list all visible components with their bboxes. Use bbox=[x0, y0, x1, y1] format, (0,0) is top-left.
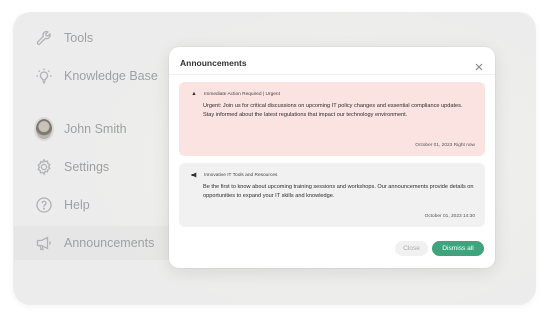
sidebar: Tools Knowledge Base John Smith Settings… bbox=[14, 13, 174, 304]
announcements-dialog: Announcements ▲ Immediate Action Require… bbox=[169, 47, 495, 268]
help-circle-icon bbox=[34, 195, 54, 215]
announcement-timestamp: October 01, 2023 14:30 bbox=[424, 214, 475, 219]
lightbulb-icon bbox=[34, 66, 54, 86]
sidebar-item-knowledge-base[interactable]: Knowledge Base bbox=[34, 65, 158, 87]
announcement-body: Be the first to know about upcoming trai… bbox=[203, 184, 474, 199]
announcement-header-text: Innovative IT Tools and Resources bbox=[204, 172, 278, 178]
sidebar-item-help[interactable]: Help bbox=[34, 194, 90, 216]
avatar bbox=[34, 117, 54, 141]
warning-icon: ▲ bbox=[191, 91, 197, 97]
sidebar-item-label: John Smith bbox=[64, 122, 127, 136]
announcement-body: Urgent: Join us for critical discussions… bbox=[203, 103, 463, 118]
sidebar-item-label: Knowledge Base bbox=[64, 69, 158, 83]
announcement-header: Innovative IT Tools and Resources bbox=[190, 172, 474, 178]
sidebar-item-announcements[interactable]: Announcements bbox=[34, 232, 154, 254]
announcement-card-urgent[interactable]: ▲ Immediate Action Required | Urgent Urg… bbox=[179, 82, 485, 156]
sidebar-item-settings[interactable]: Settings bbox=[34, 156, 109, 178]
dialog-title: Announcements bbox=[180, 58, 247, 68]
megaphone-icon bbox=[190, 172, 198, 178]
gear-icon bbox=[34, 157, 54, 177]
announcement-card-info[interactable]: Innovative IT Tools and Resources Be the… bbox=[179, 163, 485, 227]
close-icon[interactable] bbox=[474, 59, 484, 71]
sidebar-item-label: Help bbox=[64, 198, 90, 212]
sidebar-item-label: Settings bbox=[64, 160, 110, 174]
sidebar-item-tools[interactable]: Tools bbox=[34, 27, 93, 49]
sidebar-item-profile[interactable]: John Smith bbox=[34, 117, 127, 141]
sidebar-item-label: Announcements bbox=[64, 236, 155, 250]
dialog-divider bbox=[169, 74, 495, 75]
megaphone-icon bbox=[34, 233, 54, 253]
dismiss-all-button[interactable]: Dismiss all bbox=[432, 241, 484, 256]
announcement-header: ▲ Immediate Action Required | Urgent bbox=[190, 91, 474, 97]
wrench-icon bbox=[34, 28, 54, 48]
close-button[interactable]: Close bbox=[395, 241, 428, 256]
sidebar-item-label: Tools bbox=[64, 31, 94, 45]
announcement-timestamp: October 01, 2023 Right now bbox=[415, 143, 475, 148]
announcement-header-text: Immediate Action Required | Urgent bbox=[204, 91, 280, 97]
